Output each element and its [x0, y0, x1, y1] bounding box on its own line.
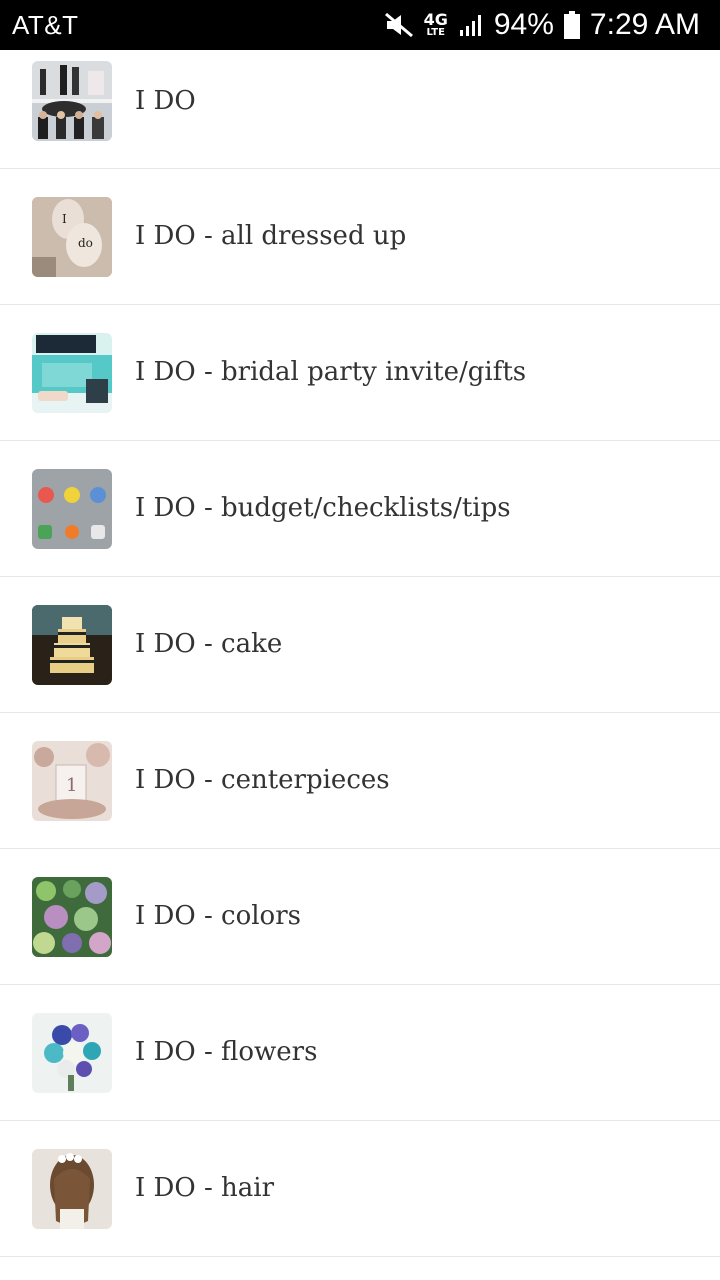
board-title: I DO - flowers: [135, 1037, 318, 1067]
board-thumbnail: [32, 605, 112, 685]
carrier-name: AT&T: [12, 9, 79, 40]
board-title: I DO - budget/checklists/tips: [135, 493, 511, 523]
board-title: I DO - centerpieces: [135, 765, 390, 795]
board-thumbnail: I do: [32, 197, 112, 277]
board-list: I DO I do I DO - all dressed up I DO - b…: [0, 50, 720, 1257]
board-thumbnail: [32, 877, 112, 957]
board-thumbnail: [32, 333, 112, 413]
board-row[interactable]: I DO - cake: [0, 577, 720, 713]
network-type-icon: 4G LTE: [424, 12, 448, 38]
board-title: I DO - colors: [135, 901, 301, 931]
status-icons: 4G LTE 94% 7:29 AM: [384, 8, 700, 42]
board-title: I DO - bridal party invite/gifts: [135, 357, 527, 387]
network-sub-label: LTE: [426, 27, 445, 38]
board-thumbnail: [32, 1013, 112, 1093]
board-title: I DO - all dressed up: [135, 221, 407, 251]
svg-text:do: do: [78, 236, 93, 250]
board-row[interactable]: I DO - hair: [0, 1121, 720, 1257]
status-bar: AT&T 4G LTE 94% 7:29 AM: [0, 0, 720, 50]
board-row[interactable]: 1 I DO - centerpieces: [0, 713, 720, 849]
battery-percent: 94%: [493, 8, 554, 41]
board-thumbnail: [32, 469, 112, 549]
board-thumbnail: [32, 61, 112, 141]
board-row[interactable]: I DO - budget/checklists/tips: [0, 441, 720, 577]
board-thumbnail: 1: [32, 741, 112, 821]
board-row[interactable]: I DO - bridal party invite/gifts: [0, 305, 720, 441]
battery-icon: [563, 11, 580, 39]
svg-text:I: I: [62, 212, 67, 226]
board-row[interactable]: I DO - colors: [0, 849, 720, 985]
board-title: I DO: [135, 86, 196, 116]
board-title: I DO - hair: [135, 1173, 275, 1203]
signal-icon: [458, 12, 484, 38]
board-row[interactable]: I DO - flowers: [0, 985, 720, 1121]
board-thumbnail: [32, 1149, 112, 1229]
board-row[interactable]: I do I DO - all dressed up: [0, 169, 720, 305]
board-title: I DO - cake: [135, 629, 283, 659]
mute-icon: [384, 12, 414, 38]
network-label: 4G: [423, 10, 448, 29]
clock: 7:29 AM: [589, 8, 700, 41]
board-row[interactable]: I DO: [0, 50, 720, 169]
svg-text:1: 1: [66, 775, 77, 796]
